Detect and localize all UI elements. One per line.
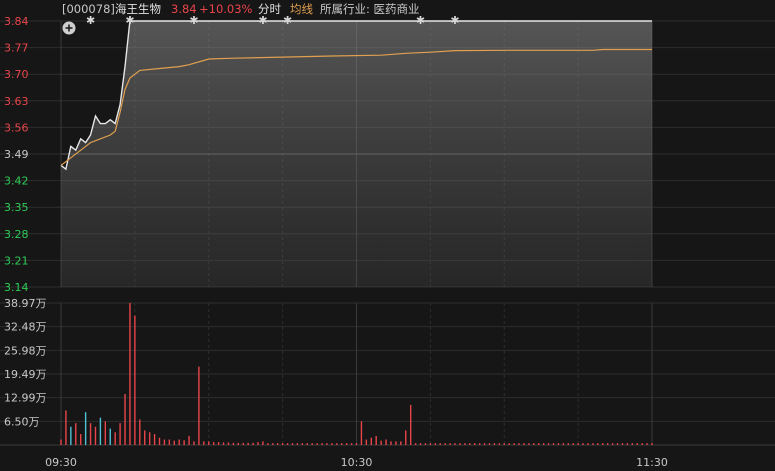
price-area-fill	[61, 21, 652, 287]
price-tick-label: 3.35	[4, 201, 29, 214]
event-marker[interactable]: ✱	[86, 14, 95, 27]
intraday-chart: [000078] 海王生物 3.84 +10.03% 分时 均线 所属行业: 医…	[0, 2, 775, 469]
volume-tick-label: 38.97万	[4, 297, 47, 310]
volume-tick-label: 25.98万	[4, 344, 47, 357]
zoom-in-icon[interactable]	[62, 21, 76, 35]
event-marker[interactable]: ✱	[416, 14, 425, 27]
price-tick-label: 3.28	[4, 228, 29, 241]
industry-label: 所属行业: 医药商业	[320, 2, 420, 16]
price-tick-label: 3.42	[4, 175, 29, 188]
stock-name: 海王生物	[115, 2, 161, 16]
time-tick-label: 11:30	[636, 456, 668, 469]
event-marker[interactable]: ✱	[283, 14, 292, 27]
price-tick-label: 3.63	[4, 95, 29, 108]
price-tick-label: 3.49	[4, 148, 29, 161]
chart-header: [000078] 海王生物 3.84 +10.03% 分时 均线 所属行业: 医…	[62, 2, 420, 16]
event-marker[interactable]: ✱	[125, 14, 134, 27]
event-marker[interactable]: ✱	[450, 14, 459, 27]
volume-tick-label: 12.99万	[4, 392, 47, 405]
price-tick-label: 3.77	[4, 42, 29, 55]
price-tick-label: 3.84	[4, 15, 29, 28]
time-tick-label: 10:30	[341, 456, 373, 469]
volume-tick-label: 19.49万	[4, 368, 47, 381]
time-tick-label: 09:30	[45, 456, 77, 469]
avg-line-label[interactable]: 均线	[290, 2, 313, 16]
event-marker[interactable]: ✱	[258, 14, 267, 27]
volume-tick-label: 32.48万	[4, 321, 47, 334]
price-tick-label: 3.70	[4, 68, 29, 81]
change-percent: +10.03%	[199, 2, 253, 16]
event-marker[interactable]: ✱	[189, 14, 198, 27]
price-panel: ✱ ✱ ✱ ✱ ✱ ✱ ✱	[60, 14, 652, 287]
price-tick-label: 3.14	[4, 281, 29, 294]
price-tick-label: 3.56	[4, 121, 29, 134]
volume-tick-label: 6.50万	[4, 415, 40, 428]
price-tick-label: 3.21	[4, 254, 29, 267]
